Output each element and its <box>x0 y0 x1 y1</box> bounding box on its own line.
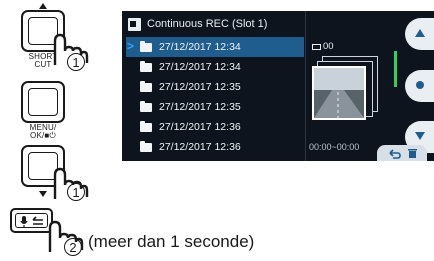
file-label: 27/12/2017 12:36 <box>159 141 241 153</box>
folder-icon <box>140 40 152 52</box>
up-arrow-icon <box>415 29 425 37</box>
timecode-range: 00:00~00:00 <box>309 142 360 152</box>
up-arrow-marker <box>39 3 47 9</box>
file-list-item[interactable]: 27/12/2017 12:34 <box>126 57 304 77</box>
file-label: 27/12/2017 12:35 <box>159 101 241 113</box>
folder-icon <box>128 17 141 31</box>
selection-cursor: > <box>127 39 135 53</box>
folder-icon <box>140 80 152 92</box>
record-button[interactable] <box>405 70 434 102</box>
preview-thumbnail-stack <box>312 56 378 136</box>
menu-label-line2: OK/■⏻ <box>30 131 56 140</box>
screen-title: Continuous REC (Slot 1) <box>147 18 268 30</box>
step-1-badge: 1 <box>67 183 85 201</box>
folder-icon <box>140 140 152 152</box>
file-label: 27/12/2017 12:36 <box>159 121 241 133</box>
file-label: 27/12/2017 12:34 <box>159 61 241 73</box>
file-count: 00 <box>312 41 334 52</box>
step-2-badge: 2 <box>64 238 82 256</box>
back-icon <box>389 149 401 159</box>
panel-divider <box>305 11 306 161</box>
files-icon <box>312 43 321 50</box>
file-list-item[interactable]: 27/12/2017 12:35 <box>126 97 304 117</box>
scroll-up-button[interactable] <box>405 18 434 50</box>
file-list-item[interactable]: > 27/12/2017 12:34 <box>126 37 304 57</box>
folder-icon <box>140 100 152 112</box>
folder-icon <box>140 60 152 72</box>
list-scrollbar[interactable] <box>394 51 397 87</box>
folder-icon <box>140 120 152 132</box>
menu-hw-button[interactable] <box>21 81 65 123</box>
preview-thumbnail[interactable] <box>312 66 366 120</box>
file-list-item[interactable]: 27/12/2017 12:35 <box>126 77 304 97</box>
hold-duration-caption: (meer dan 1 seconde) <box>88 232 255 251</box>
down-arrow-marker <box>39 191 47 197</box>
file-label: 27/12/2017 12:34 <box>159 41 241 53</box>
delete-icon <box>408 149 417 158</box>
file-list-item[interactable]: 27/12/2017 12:36 <box>126 137 304 157</box>
file-count-value: 00 <box>323 41 334 52</box>
step-1-badge: 1 <box>67 53 85 71</box>
screen-title-bar: Continuous REC (Slot 1) <box>128 15 267 33</box>
back-delete-button[interactable] <box>377 145 427 161</box>
menu-label: MENU/ OK/■⏻ <box>14 124 72 140</box>
record-dot-icon <box>416 81 424 89</box>
down-arrow-icon <box>415 132 425 140</box>
road-preview-image <box>314 68 364 118</box>
file-label: 27/12/2017 12:35 <box>159 81 241 93</box>
device-screen: Continuous REC (Slot 1) > 27/12/2017 12:… <box>122 11 434 161</box>
voice-back-icon <box>20 216 43 227</box>
file-list-item[interactable]: 27/12/2017 12:36 <box>126 117 304 137</box>
file-list: > 27/12/2017 12:34 27/12/2017 12:34 27/1… <box>126 37 304 157</box>
